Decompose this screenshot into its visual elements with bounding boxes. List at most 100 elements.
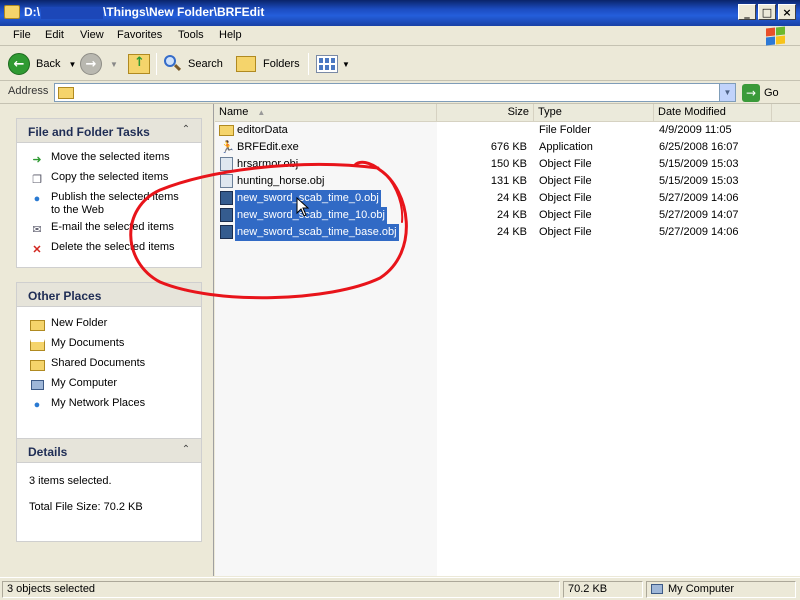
task-publish[interactable]: ● Publish the selected items to the Web bbox=[29, 191, 189, 217]
task-copy[interactable]: ❐ Copy the selected items bbox=[29, 171, 168, 187]
column-label: Size bbox=[507, 106, 529, 118]
column-date[interactable]: Date Modified bbox=[654, 104, 772, 122]
place-label: My Computer bbox=[51, 377, 118, 389]
application-icon: 🏃 bbox=[220, 140, 235, 154]
forward-button[interactable]: → ▼ bbox=[80, 51, 118, 77]
menu-favorites[interactable]: Favorites bbox=[117, 29, 162, 41]
menu-file[interactable]: File bbox=[13, 29, 31, 41]
status-text: 70.2 KB bbox=[568, 583, 608, 595]
file-date: 4/9/2009 11:05 bbox=[659, 124, 732, 136]
panel-title: Details bbox=[28, 445, 68, 459]
menu-help[interactable]: Help bbox=[219, 29, 242, 41]
close-button[interactable]: × bbox=[778, 4, 796, 20]
file-name: new_sword_scab_time_base.obj bbox=[235, 224, 399, 241]
file-folder-tasks-panel: File and Folder Tasks ⌃ ➜ Move the selec… bbox=[16, 118, 202, 268]
task-label: Move the selected items bbox=[51, 151, 170, 163]
place-my-computer[interactable]: My Computer bbox=[29, 377, 117, 393]
details-selected: 3 items selected. bbox=[29, 475, 112, 487]
menu-tools[interactable]: Tools bbox=[178, 29, 204, 41]
toolbar: ← Back ▼ → ▼ ↑ Search Folders ▼ bbox=[0, 47, 800, 81]
address-input[interactable]: ▼ bbox=[54, 83, 736, 102]
file-size: 676 KB bbox=[490, 141, 527, 153]
panel-header[interactable]: Other Places ⌃ bbox=[17, 283, 201, 307]
file-size: 150 KB bbox=[490, 158, 527, 170]
column-type[interactable]: Type bbox=[534, 104, 654, 122]
file-row[interactable]: hunting_horse.obj 131 KB Object File 5/1… bbox=[215, 173, 800, 190]
views-button[interactable]: ▼ bbox=[316, 51, 350, 77]
status-zone: My Computer bbox=[646, 581, 796, 598]
minimize-button[interactable]: _ bbox=[738, 4, 756, 20]
collapse-chevron-icon[interactable]: ⌃ bbox=[179, 123, 193, 137]
back-label: Back bbox=[36, 58, 61, 70]
file-type: Application bbox=[539, 141, 593, 153]
task-email[interactable]: ✉ E-mail the selected items bbox=[29, 221, 174, 237]
file-date: 5/27/2009 14:07 bbox=[659, 209, 739, 221]
window-title: D:\ \Things\New Folder\BRFEdit bbox=[24, 5, 265, 19]
file-size: 131 KB bbox=[490, 175, 527, 187]
search-label: Search bbox=[188, 58, 223, 70]
folders-label: Folders bbox=[263, 58, 300, 70]
mouse-cursor-icon bbox=[296, 197, 310, 217]
place-label: My Network Places bbox=[51, 397, 146, 409]
object-file-icon bbox=[220, 191, 233, 205]
file-row[interactable]: 🏃 BRFEdit.exe 676 KB Application 6/25/20… bbox=[215, 139, 800, 156]
chevron-down-icon[interactable]: ▼ bbox=[110, 60, 118, 69]
task-label: Delete the selected items bbox=[51, 241, 175, 253]
sort-ascending-icon: ▲ bbox=[257, 108, 266, 117]
folder-icon bbox=[29, 317, 45, 333]
task-move[interactable]: ➜ Move the selected items bbox=[29, 151, 170, 167]
panel-title: File and Folder Tasks bbox=[28, 125, 150, 139]
file-date: 5/27/2009 14:06 bbox=[659, 226, 739, 238]
file-row-selected[interactable]: new_sword_scab_time_base.obj 24 KB Objec… bbox=[215, 224, 800, 241]
go-button[interactable]: → Go bbox=[742, 84, 779, 102]
network-globe-icon: ● bbox=[33, 399, 41, 411]
address-bar: Address ▼ → Go bbox=[0, 82, 800, 104]
folder-icon bbox=[219, 125, 234, 136]
column-name[interactable]: Name ▲ bbox=[215, 104, 437, 122]
task-label: Copy the selected items bbox=[51, 171, 169, 183]
chevron-down-icon[interactable]: ▼ bbox=[719, 84, 735, 101]
computer-icon bbox=[651, 584, 663, 595]
menu-view[interactable]: View bbox=[80, 29, 104, 41]
place-my-documents[interactable]: My Documents bbox=[29, 337, 124, 353]
file-name: BRFEdit.exe bbox=[237, 141, 299, 153]
file-list[interactable]: Name ▲ Size Type Date Modified editorDat… bbox=[215, 104, 800, 576]
place-my-network[interactable]: ● My Network Places bbox=[29, 397, 145, 413]
file-size: 24 KB bbox=[497, 226, 527, 238]
chevron-down-icon[interactable]: ▼ bbox=[342, 60, 350, 69]
up-folder-button[interactable]: ↑ bbox=[128, 51, 150, 77]
task-delete[interactable]: ✕ Delete the selected items bbox=[29, 241, 175, 257]
search-button[interactable]: Search bbox=[162, 51, 223, 77]
place-shared-documents[interactable]: Shared Documents bbox=[29, 357, 145, 373]
back-button[interactable]: ← Back ▼ bbox=[8, 51, 76, 77]
file-name: new_sword_scab_time_10.obj bbox=[235, 207, 387, 224]
file-name: editorData bbox=[237, 124, 288, 136]
delete-x-icon: ✕ bbox=[32, 243, 42, 256]
status-bar: 3 objects selected 70.2 KB My Computer bbox=[0, 577, 800, 600]
chevron-down-icon[interactable]: ▼ bbox=[68, 60, 76, 69]
collapse-chevron-icon[interactable]: ⌃ bbox=[179, 443, 193, 457]
file-date: 5/15/2009 15:03 bbox=[659, 175, 739, 187]
object-file-icon bbox=[220, 225, 233, 239]
file-type: Object File bbox=[539, 226, 592, 238]
object-file-icon bbox=[220, 157, 233, 171]
file-date: 6/25/2008 16:07 bbox=[659, 141, 739, 153]
file-row[interactable]: editorData File Folder 4/9/2009 11:05 bbox=[215, 122, 800, 139]
panel-header[interactable]: File and Folder Tasks ⌃ bbox=[17, 119, 201, 143]
column-label: Name bbox=[219, 106, 249, 118]
menu-edit[interactable]: Edit bbox=[45, 29, 64, 41]
folder-up-icon: ↑ bbox=[128, 54, 150, 74]
title-bar[interactable]: D:\ \Things\New Folder\BRFEdit _ □ × bbox=[0, 0, 800, 26]
panel-header[interactable]: Details ⌃ bbox=[17, 439, 201, 463]
panel-title: Other Places bbox=[28, 289, 102, 303]
folders-button[interactable]: Folders bbox=[236, 51, 300, 77]
views-icon bbox=[316, 55, 338, 73]
file-row[interactable]: hrsarmor.obj 150 KB Object File 5/15/200… bbox=[215, 156, 800, 173]
column-size[interactable]: Size bbox=[437, 104, 534, 122]
object-file-icon bbox=[220, 174, 233, 188]
maximize-button[interactable]: □ bbox=[758, 4, 776, 20]
copy-icon: ❐ bbox=[32, 173, 42, 186]
details-panel: Details ⌃ 3 items selected. Total File S… bbox=[16, 438, 202, 542]
place-new-folder[interactable]: New Folder bbox=[29, 317, 107, 333]
collapse-chevron-icon[interactable]: ⌃ bbox=[179, 287, 193, 301]
